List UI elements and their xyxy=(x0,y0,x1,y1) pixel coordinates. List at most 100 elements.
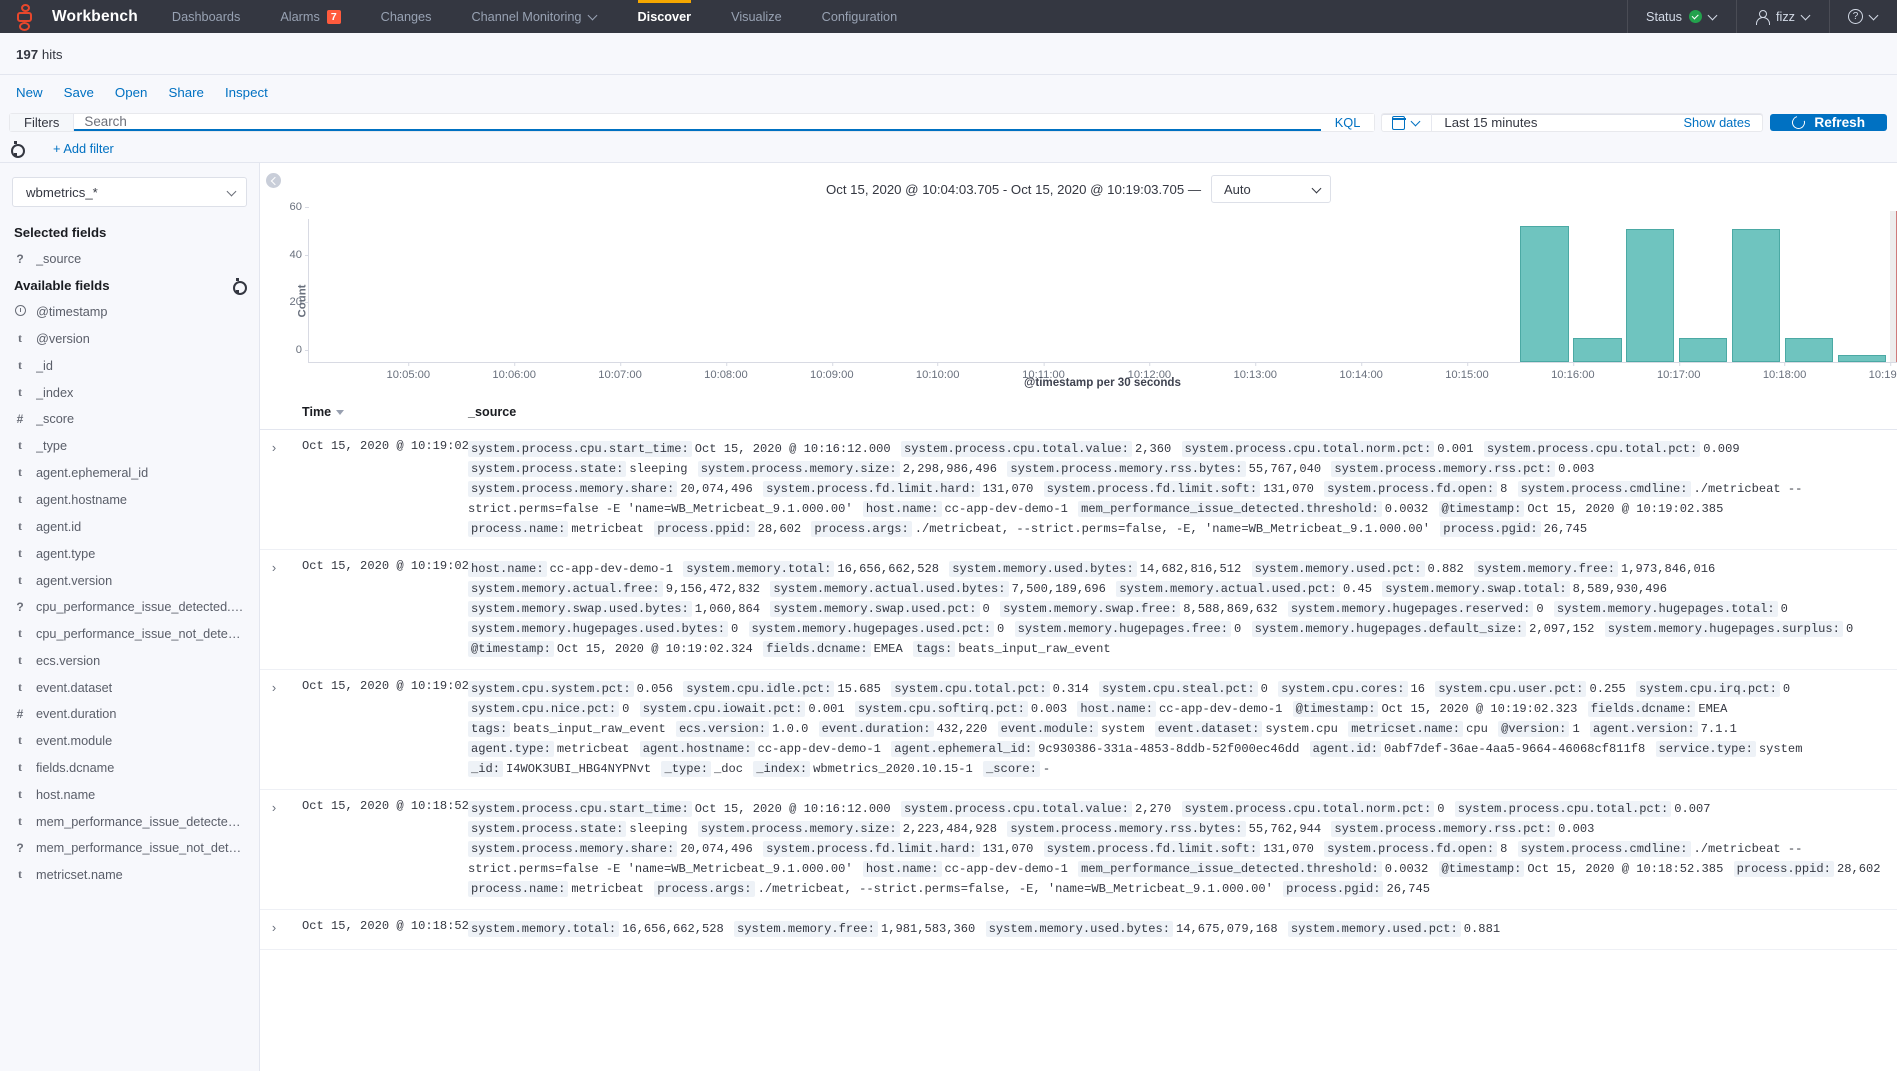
source-field-key: process.args: xyxy=(811,521,912,537)
field-name: _type xyxy=(36,438,68,453)
source-field: system.cpu.softirq.pct: 0.003 xyxy=(854,701,1070,717)
column-header-time[interactable]: Time xyxy=(288,405,468,419)
expand-row-icon[interactable]: › xyxy=(260,439,288,539)
expand-row-icon[interactable]: › xyxy=(260,919,288,939)
field-item-event-duration[interactable]: # event.duration xyxy=(0,701,259,727)
gear-icon[interactable] xyxy=(8,141,25,158)
nav-item-discover[interactable]: Discover xyxy=(618,0,712,33)
inspect-button[interactable]: Inspect xyxy=(225,85,268,100)
field-item-event-dataset[interactable]: t event.dataset xyxy=(0,674,259,701)
field-item-cpu-performance-issue-not-detected-thr-[interactable]: t cpu_performance_issue_not_detected.thr.… xyxy=(0,620,259,647)
interval-select[interactable]: Auto xyxy=(1211,175,1332,203)
field-item--index[interactable]: t _index xyxy=(0,379,259,406)
column-header-source[interactable]: _source xyxy=(468,405,1897,419)
expand-row-icon[interactable]: › xyxy=(260,679,288,779)
chevron-down-icon xyxy=(1313,185,1322,194)
table-row[interactable]: › Oct 15, 2020 @ 10:19:02.385 system.proce… xyxy=(260,430,1897,550)
source-field-key: tags: xyxy=(468,721,511,737)
field-item-agent-id[interactable]: t agent.id xyxy=(0,513,259,540)
collapse-sidebar-button[interactable] xyxy=(266,173,281,188)
source-field-key: _type: xyxy=(661,761,711,777)
field-item-fields-dcname[interactable]: t fields.dcname xyxy=(0,754,259,781)
share-button[interactable]: Share xyxy=(168,85,203,100)
source-field-value: 1,981,583,360 xyxy=(880,922,976,936)
source-field-key: process.name: xyxy=(468,881,569,897)
source-field: process.pgid: 26,745 xyxy=(1440,521,1590,537)
new-button[interactable]: New xyxy=(16,85,43,100)
chart-bar[interactable] xyxy=(1678,338,1728,362)
source-field-value: 7,500,189,696 xyxy=(1011,582,1106,596)
field-item-cpu-performance-issue-detected-thresh-[interactable]: ? cpu_performance_issue_detected.thresh..… xyxy=(0,594,259,620)
source-field-key: service.type: xyxy=(1655,741,1756,757)
index-pattern-select[interactable]: wbmetrics_* xyxy=(12,177,247,207)
source-field: system.cpu.iowait.pct: 0.001 xyxy=(639,701,848,717)
source-field: @timestamp: Oct 15, 2020 @ 10:19:02.324 xyxy=(468,641,756,657)
help-menu[interactable]: ? xyxy=(1829,0,1897,33)
field-item--type[interactable]: t _type xyxy=(0,432,259,459)
table-row[interactable]: › Oct 15, 2020 @ 10:18:52.324 system.memor… xyxy=(260,910,1897,950)
field-item-agent-hostname[interactable]: t agent.hostname xyxy=(0,486,259,513)
field-type-icon: ? xyxy=(16,252,24,266)
chart-bar[interactable] xyxy=(1625,228,1675,362)
chart-bar[interactable] xyxy=(1731,228,1781,362)
expand-row-icon[interactable]: › xyxy=(260,559,288,659)
sort-desc-icon[interactable] xyxy=(336,409,345,415)
field-item-agent-ephemeral-id[interactable]: t agent.ephemeral_id xyxy=(0,459,259,486)
field-item-agent-version[interactable]: t agent.version xyxy=(0,567,259,594)
expand-row-icon[interactable]: › xyxy=(260,799,288,899)
field-settings-gear-icon[interactable] xyxy=(230,278,247,295)
field-item-_source[interactable]: ? _source xyxy=(0,246,259,272)
nav-item-changes[interactable]: Changes xyxy=(361,0,452,33)
field-type-icon: t xyxy=(18,492,22,506)
nav-item-visualize[interactable]: Visualize xyxy=(711,0,802,33)
chart-bar[interactable] xyxy=(1572,338,1622,362)
field-item--id[interactable]: t _id xyxy=(0,352,259,379)
chart-bar[interactable] xyxy=(1837,354,1887,362)
table-row[interactable]: › Oct 15, 2020 @ 10:19:02.324 host.name: cc… xyxy=(260,550,1897,670)
field-item-agent-type[interactable]: t agent.type xyxy=(0,540,259,567)
add-filter-button[interactable]: + Add filter xyxy=(53,141,114,156)
source-field-value: 0.882 xyxy=(1427,562,1464,576)
table-row[interactable]: › Oct 15, 2020 @ 10:19:02.323 system.cpu.s… xyxy=(260,670,1897,790)
brand[interactable]: Workbench xyxy=(0,0,152,33)
nav-item-alarms[interactable]: Alarms 7 xyxy=(260,0,360,33)
histogram-chart[interactable]: Count 0 20 40 60 10:05:00 10:06:00 10:07:00 10:… xyxy=(260,201,1897,391)
chart-plot-area[interactable]: 0 20 40 60 10:05:00 10:06:00 10:07:00 10:08:00 1… xyxy=(290,201,1897,381)
source-field-value: system.cpu xyxy=(1265,722,1338,736)
search-field[interactable] xyxy=(74,114,1321,131)
date-range-text[interactable]: Last 15 minutes xyxy=(1432,114,1671,131)
field-item-mem-performance-issue-detected-thres-[interactable]: t mem_performance_issue_detected.thres... xyxy=(0,808,259,835)
table-row[interactable]: › Oct 15, 2020 @ 10:18:52.385 system.proce… xyxy=(260,790,1897,910)
field-item--score[interactable]: # _score xyxy=(0,406,259,432)
chart-bar[interactable] xyxy=(1784,338,1834,362)
status-menu[interactable]: Status xyxy=(1627,0,1736,33)
refresh-button[interactable]: Refresh xyxy=(1770,113,1887,132)
field-item-event-module[interactable]: t event.module xyxy=(0,727,259,754)
chart-bar[interactable] xyxy=(1519,226,1569,362)
calendar-quick-select-button[interactable] xyxy=(1382,114,1433,131)
filters-button[interactable]: Filters xyxy=(10,114,75,131)
nav-item-dashboards[interactable]: Dashboards xyxy=(152,0,260,33)
field-item-mem-performance-issue-not-detected-t-[interactable]: ? mem_performance_issue_not_detected.t... xyxy=(0,835,259,861)
field-item-ecs-version[interactable]: t ecs.version xyxy=(0,647,259,674)
kql-toggle[interactable]: KQL xyxy=(1320,114,1375,131)
field-item--version[interactable]: t @version xyxy=(0,325,259,352)
field-item-host-name[interactable]: t host.name xyxy=(0,781,259,808)
source-field-value: Oct 15, 2020 @ 10:19:02.385 xyxy=(1527,502,1724,516)
field-item--timestamp[interactable]: @timestamp xyxy=(0,299,259,325)
field-type-icon: ? xyxy=(16,600,24,614)
user-menu[interactable]: fizz xyxy=(1735,0,1829,33)
clock-icon xyxy=(14,305,26,319)
source-field-key: system.process.cpu.total.norm.pct: xyxy=(1181,441,1435,457)
save-button[interactable]: Save xyxy=(64,85,94,100)
nav-item-channel-monitoring[interactable]: Channel Monitoring xyxy=(451,0,617,33)
alarms-badge: 7 xyxy=(326,9,341,24)
nav-item-configuration[interactable]: Configuration xyxy=(802,0,917,33)
source-field: system.memory.used.bytes: 14,675,079,168 xyxy=(985,921,1281,937)
show-dates-button[interactable]: Show dates xyxy=(1672,114,1763,131)
nav-label: Channel Monitoring xyxy=(471,9,582,24)
search-input[interactable] xyxy=(74,114,1321,129)
field-item-metricset-name[interactable]: t metricset.name xyxy=(0,861,259,888)
nav-label: Dashboards xyxy=(171,9,241,24)
open-button[interactable]: Open xyxy=(115,85,148,100)
